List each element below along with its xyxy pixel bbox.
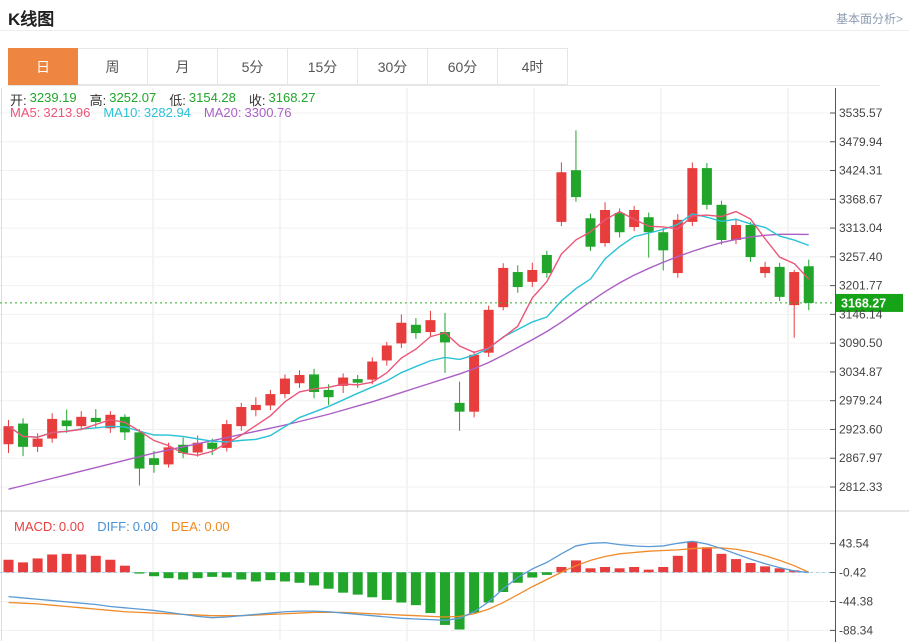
svg-text:3479.94: 3479.94 [839, 135, 883, 149]
svg-text:2979.24: 2979.24 [839, 394, 883, 408]
svg-text:3034.87: 3034.87 [839, 365, 883, 379]
svg-text:2812.33: 2812.33 [839, 480, 883, 494]
ma20-line [9, 234, 809, 489]
ma10-line [9, 214, 809, 442]
kline-chart-canvas[interactable]: 3168.27 3535.57 3479.94 3424.31 3368.67 3313.… [0, 86, 909, 643]
candlesticks [4, 130, 814, 485]
svg-text:3313.04: 3313.04 [839, 221, 883, 235]
tab-day[interactable]: 日 [8, 48, 78, 85]
page-title: K线图 [8, 5, 54, 30]
svg-text:3368.67: 3368.67 [839, 192, 883, 206]
fundamental-analysis-link[interactable]: 基本面分析> [836, 10, 903, 27]
price-axis: 3535.57 3479.94 3424.31 3368.67 3313.04 3257.… [830, 88, 883, 642]
svg-text:-0.42: -0.42 [839, 566, 867, 580]
svg-text:3090.50: 3090.50 [839, 336, 883, 350]
tab-15min[interactable]: 15分 [288, 48, 358, 85]
svg-text:3201.77: 3201.77 [839, 279, 883, 293]
svg-text:43.54: 43.54 [839, 537, 869, 551]
svg-text:3146.14: 3146.14 [839, 307, 883, 321]
svg-text:3257.40: 3257.40 [839, 250, 883, 264]
svg-text:3424.31: 3424.31 [839, 164, 883, 178]
interval-tabs: 日周月5分15分30分60分4时 [8, 48, 880, 86]
tab-30min[interactable]: 30分 [358, 48, 428, 85]
tab-5min[interactable]: 5分 [218, 48, 288, 85]
svg-text:-44.38: -44.38 [839, 594, 873, 608]
tab-60min[interactable]: 60分 [428, 48, 498, 85]
page-header: K线图 基本面分析> [0, 0, 909, 31]
tab-week[interactable]: 周 [78, 48, 148, 85]
macd-histogram [4, 541, 800, 629]
current-price-marker: 3168.27 [0, 294, 903, 312]
svg-text:2867.97: 2867.97 [839, 451, 883, 465]
tab-month[interactable]: 月 [148, 48, 218, 85]
kline-chart-area: 3168.27 3535.57 3479.94 3424.31 3368.67 3313.… [0, 86, 909, 643]
svg-text:-88.34: -88.34 [839, 623, 873, 637]
svg-text:2923.60: 2923.60 [839, 422, 883, 436]
svg-text:3535.57: 3535.57 [839, 106, 883, 120]
tab-4h[interactable]: 4时 [498, 48, 568, 85]
